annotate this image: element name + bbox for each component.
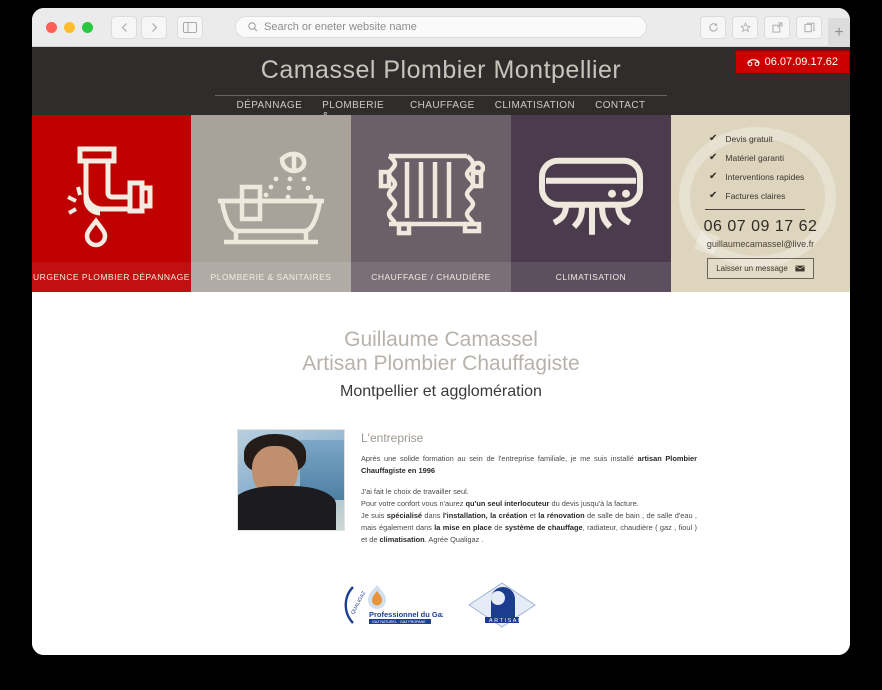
photo-body	[238, 486, 336, 531]
about-p2-l3a: Je suis	[361, 510, 387, 520]
about-p2-l2a: Pour votre confort vous n'aurez	[361, 498, 466, 508]
tile-label: URGENCE PLOMBIER DÉPANNAGE	[32, 262, 191, 292]
radiator-icon	[377, 144, 486, 255]
address-bar-text: Search or eneter website name	[264, 21, 417, 33]
browser-toolbar: Search or eneter website name +	[32, 8, 850, 47]
back-button[interactable]	[111, 15, 137, 39]
certification-logos: QUALIGAZ Professionnel du Gaz GAZ NATURE…	[32, 581, 850, 629]
tile-urgence-plombier[interactable]: URGENCE PLOMBIER DÉPANNAGE	[32, 115, 191, 292]
list-item: ✔ Matériel garanti	[709, 152, 850, 163]
about-p2-l3m: . Agrée Qualigaz .	[424, 534, 484, 544]
panel-divider	[705, 209, 805, 210]
tabs-button[interactable]	[796, 15, 822, 39]
owner-name: Guillaume Camassel	[344, 328, 538, 351]
benefit-label: Interventions rapides	[725, 171, 805, 182]
envelope-icon	[795, 265, 805, 272]
about-p2-l3b: spécialisé	[386, 510, 423, 520]
reload-button[interactable]	[700, 15, 726, 39]
check-icon: ✔	[709, 133, 718, 144]
gaz-logo-subtext: GAZ NATUREL · GAZ PROPANE	[372, 620, 426, 624]
page-title: Guillaume Camassel Artisan Plombier Chau…	[32, 328, 850, 375]
check-icon: ✔	[709, 152, 718, 163]
forward-button[interactable]	[141, 15, 167, 39]
about-heading: L'entreprise	[361, 431, 424, 446]
about-p2-l3f: la rénovation	[538, 510, 585, 520]
maximize-button[interactable]	[82, 21, 93, 33]
close-button[interactable]	[46, 21, 57, 33]
site-header: Camassel Plombier Montpellier DÉPANNAGE …	[32, 47, 850, 133]
check-icon: ✔	[709, 171, 718, 182]
share-button[interactable]	[764, 15, 790, 39]
panel-phone-number[interactable]: 06 07 09 17 62	[671, 218, 850, 236]
about-p2-l3h: la mise en place	[434, 522, 492, 532]
sidebar-toggle-button[interactable]	[177, 15, 203, 39]
service-tiles: URGENCE PLOMBIER DÉPANNAGE PLOMBERIE & S…	[32, 115, 850, 292]
minimize-button[interactable]	[64, 21, 75, 33]
gaz-logo-text: Professionnel du Gaz	[369, 610, 443, 619]
check-icon: ✔	[709, 190, 718, 201]
benefit-label: Factures claires	[725, 190, 786, 201]
professionnel-du-gaz-logo: QUALIGAZ Professionnel du Gaz GAZ NATURE…	[343, 581, 446, 629]
about-p2-l2b: qu'un seul interlocuteur	[465, 498, 550, 508]
tile-label: PLOMBERIE & SANITAIRES	[191, 262, 351, 292]
tile-label: CHAUFFAGE / CHAUDIÈRE	[351, 262, 511, 292]
address-bar[interactable]: Search or eneter website name	[235, 16, 647, 38]
search-icon	[248, 22, 258, 32]
list-item: ✔ Factures claires	[709, 190, 850, 201]
benefit-label: Devis gratuit	[725, 133, 773, 144]
qualigaz-ring-text: QUALIGAZ	[350, 590, 367, 615]
owner-job: Artisan Plombier Chauffagiste	[302, 351, 580, 375]
air-conditioner-icon	[536, 152, 646, 247]
telephone-icon	[746, 59, 760, 67]
brand-divider	[215, 95, 667, 96]
new-tab-button[interactable]: +	[828, 18, 850, 47]
tile-label: CLIMATISATION	[511, 262, 671, 292]
about-p2-l3j: système de chauffage	[504, 522, 583, 532]
tile-climatisation[interactable]: CLIMATISATION	[511, 115, 671, 292]
about-p2-l3l: climatisation	[379, 534, 425, 544]
about-p1-text: Après une solide formation au sein de l'…	[361, 454, 638, 464]
header-phone-text: 06.07.09.17.62	[764, 56, 838, 68]
tile-chauffage-chaudiere[interactable]: CHAUFFAGE / CHAUDIÈRE	[351, 115, 511, 292]
about-p2-line1: J'ai fait le choix de travailler seul.	[361, 487, 469, 496]
about-section: L'entreprise Après une solide formation …	[237, 429, 697, 555]
leaking-pipe-icon	[66, 142, 158, 255]
about-p2-l3e: et	[527, 510, 539, 520]
benefit-label: Matériel garanti	[725, 152, 784, 163]
panel-email[interactable]: guillaumecamassel@live.fr	[671, 239, 850, 249]
bathtub-shower-icon	[216, 142, 326, 255]
list-item: ✔ Devis gratuit	[709, 133, 850, 144]
benefits-list: ✔ Devis gratuit ✔ Matériel garanti ✔ Int…	[671, 115, 850, 201]
list-item: ✔ Interventions rapides	[709, 171, 850, 182]
artisan-logo-text: ARTISAN	[489, 618, 523, 624]
about-paragraph-2: J'ai fait le choix de travailler seul. P…	[361, 486, 697, 546]
about-paragraph-1: Après une solide formation au sein de l'…	[361, 453, 697, 477]
website-viewport: Camassel Plombier Montpellier DÉPANNAGE …	[32, 47, 850, 655]
site-brand-title: Camassel Plombier Montpellier	[260, 56, 622, 84]
service-area: Montpellier et agglomération	[340, 383, 542, 401]
about-p2-l3i: de	[491, 522, 505, 532]
contact-side-panel: ✔ Devis gratuit ✔ Matériel garanti ✔ Int…	[671, 115, 850, 292]
leave-message-button[interactable]: Laisser un message	[707, 258, 814, 279]
header-phone-badge[interactable]: 06.07.09.17.62	[734, 50, 850, 74]
browser-window: Search or eneter website name + Camassel…	[32, 8, 850, 655]
main-content: Guillaume Camassel Artisan Plombier Chau…	[32, 292, 850, 629]
window-controls[interactable]	[40, 21, 93, 33]
about-p2-l2c: du devis jusqu'à la facture.	[549, 498, 639, 508]
tile-plomberie-sanitaires[interactable]: PLOMBERIE & SANITAIRES	[191, 115, 351, 292]
artisan-logo: ARTISAN	[465, 581, 539, 629]
about-p2-l3c: dans	[422, 510, 443, 520]
leave-message-label: Laisser un message	[716, 264, 788, 273]
bookmark-button[interactable]	[732, 15, 758, 39]
portrait-photo	[237, 429, 345, 532]
about-p2-l3d: l'installation, la création	[442, 510, 528, 520]
